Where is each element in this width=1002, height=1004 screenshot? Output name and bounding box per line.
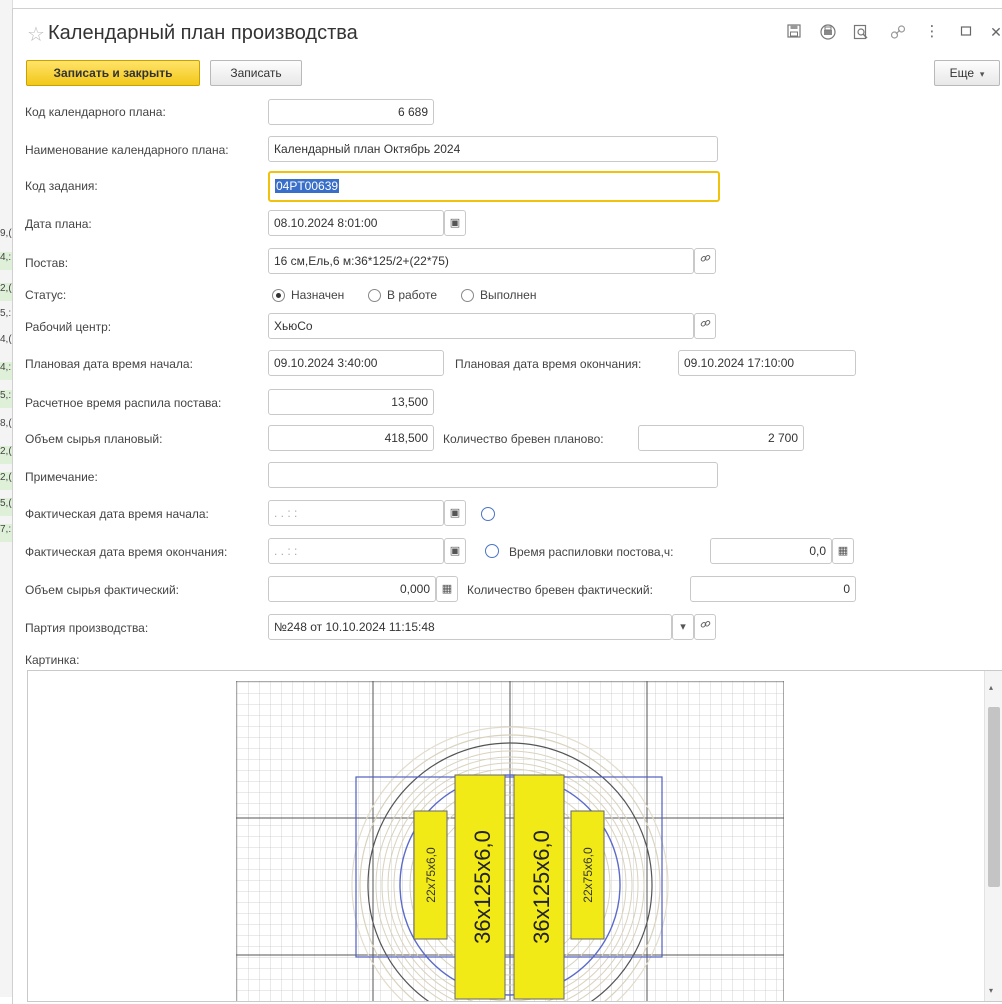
side-board-label: 22x75x6,0: [581, 847, 595, 903]
plan-name-label: Наименование календарного плана:: [25, 143, 229, 157]
print-icon[interactable]: [820, 24, 836, 40]
fact-start-label: Фактическая дата время начала:: [25, 507, 209, 521]
background-row: 8,(: [0, 418, 12, 429]
task-code-value: 04PT00639: [275, 179, 340, 193]
preview-icon[interactable]: [853, 24, 869, 40]
task-code-label: Код задания:: [25, 179, 98, 193]
background-row: 5,:: [0, 308, 12, 319]
calculator-icon[interactable]: ▦: [832, 538, 854, 564]
picture-label: Картинка:: [25, 653, 80, 667]
scroll-thumb[interactable]: [988, 707, 1000, 887]
calendar-icon[interactable]: ▣: [444, 538, 466, 564]
status-radio-done[interactable]: [461, 289, 474, 302]
raw-volume-plan-field[interactable]: 418,500: [268, 425, 434, 451]
logs-fact-field[interactable]: 0: [690, 576, 856, 602]
plan-end-label: Плановая дата время окончания:: [455, 357, 642, 371]
raw-volume-plan-label: Объем сырья плановый:: [25, 432, 163, 446]
chevron-down-icon: ▾: [977, 69, 985, 79]
plan-start-field[interactable]: 09.10.2024 3:40:00: [268, 350, 444, 376]
logs-plan-label: Количество бревен планово:: [443, 432, 604, 446]
fact-end-field[interactable]: . . : :: [268, 538, 444, 564]
favorite-star-icon[interactable]: ☆: [27, 22, 45, 47]
calendar-icon[interactable]: ▣: [444, 210, 466, 236]
plan-code-field[interactable]: 6 689: [268, 99, 434, 125]
close-icon[interactable]: ✕: [988, 24, 1002, 40]
more-label: Еще: [949, 66, 975, 80]
background-row: 2,(: [0, 472, 12, 490]
note-field[interactable]: [268, 462, 718, 488]
raw-volume-fact-label: Объем сырья фактический:: [25, 583, 179, 597]
postav-field[interactable]: 16 см,Ель,6 м:36*125/2+(22*75): [268, 248, 694, 274]
calc-time-field[interactable]: 13,500: [268, 389, 434, 415]
status-radio-in-work[interactable]: [368, 289, 381, 302]
calendar-icon[interactable]: ▣: [444, 500, 466, 526]
background-row: 5,(: [0, 498, 12, 516]
saw-time-field[interactable]: 0,0: [710, 538, 832, 564]
scroll-up-icon[interactable]: ▴: [989, 683, 993, 692]
fact-start-field[interactable]: . . : :: [268, 500, 444, 526]
background-row: 9,(: [0, 228, 12, 239]
save-and-close-button[interactable]: Записать и закрыть: [26, 60, 200, 86]
background-row: 4,:: [0, 362, 12, 380]
center-board-label: 36x125x6,0: [529, 830, 554, 944]
open-link-icon[interactable]: [694, 313, 716, 339]
calc-time-label: Расчетное время распила постава:: [25, 396, 222, 410]
background-row: 2,(: [0, 446, 12, 464]
status-radio-assigned[interactable]: [272, 289, 285, 302]
status-label: Статус:: [25, 288, 67, 302]
batch-label: Партия производства:: [25, 621, 149, 635]
dropdown-arrow-icon[interactable]: ▾: [672, 614, 694, 640]
open-link-icon[interactable]: [694, 614, 716, 640]
postav-label: Постав:: [25, 256, 69, 270]
status-option-label: Назначен: [291, 288, 345, 302]
sawing-diagram: 22x75x6,0 36x125x6,0 36x125x6,0 22x75x6,…: [236, 681, 784, 1001]
save-icon[interactable]: [786, 24, 802, 40]
task-code-field[interactable]: 04PT00639: [268, 171, 720, 202]
calculator-icon[interactable]: ▦: [436, 576, 458, 602]
plan-end-field[interactable]: 09.10.2024 17:10:00: [678, 350, 856, 376]
center-board-label: 36x125x6,0: [470, 830, 495, 944]
background-row: 2,(: [0, 283, 12, 301]
open-link-icon[interactable]: [694, 248, 716, 274]
logs-fact-label: Количество бревен фактический:: [467, 583, 653, 597]
page-title: Календарный план производства: [48, 22, 358, 44]
raw-volume-fact-field[interactable]: 0,000: [268, 576, 436, 602]
background-row: 5,:: [0, 390, 12, 408]
fact-end-label: Фактическая дата время окончания:: [25, 545, 228, 559]
logs-plan-field[interactable]: 2 700: [638, 425, 804, 451]
status-option-label: В работе: [387, 288, 438, 302]
background-row: 4,:: [0, 252, 12, 270]
status-option-label: Выполнен: [480, 288, 537, 302]
save-button[interactable]: Записать: [210, 60, 302, 86]
more-actions-button[interactable]: Еще ▾: [934, 60, 1000, 86]
plan-date-label: Дата плана:: [25, 217, 92, 231]
picture-scrollbar[interactable]: ▴ ▾: [984, 671, 1002, 1001]
plan-name-field[interactable]: Календарный план Октябрь 2024: [268, 136, 718, 162]
background-row: 4,(: [0, 334, 12, 345]
saw-time-label: Время распиловки постова,ч:: [509, 545, 674, 559]
plan-start-label: Плановая дата время начала:: [25, 357, 193, 371]
scroll-down-icon[interactable]: ▾: [989, 986, 993, 995]
work-center-field[interactable]: ХьюСо: [268, 313, 694, 339]
more-vertical-icon[interactable]: ⋮: [924, 24, 940, 40]
sawing-pattern-picture: 22x75x6,0 36x125x6,0 36x125x6,0 22x75x6,…: [27, 670, 1002, 1002]
note-label: Примечание:: [25, 470, 98, 484]
clock-icon[interactable]: [485, 544, 499, 558]
plan-date-field[interactable]: 08.10.2024 8:01:00: [268, 210, 444, 236]
side-board-label: 22x75x6,0: [424, 847, 438, 903]
background-row: 7,:: [0, 524, 12, 542]
clock-icon[interactable]: [481, 507, 495, 521]
work-center-label: Рабочий центр:: [25, 320, 112, 334]
plan-code-label: Код календарного плана:: [25, 105, 166, 119]
maximize-icon[interactable]: [958, 24, 974, 40]
link-icon[interactable]: [890, 24, 906, 40]
batch-field[interactable]: №248 от 10.10.2024 11:15:48: [268, 614, 672, 640]
